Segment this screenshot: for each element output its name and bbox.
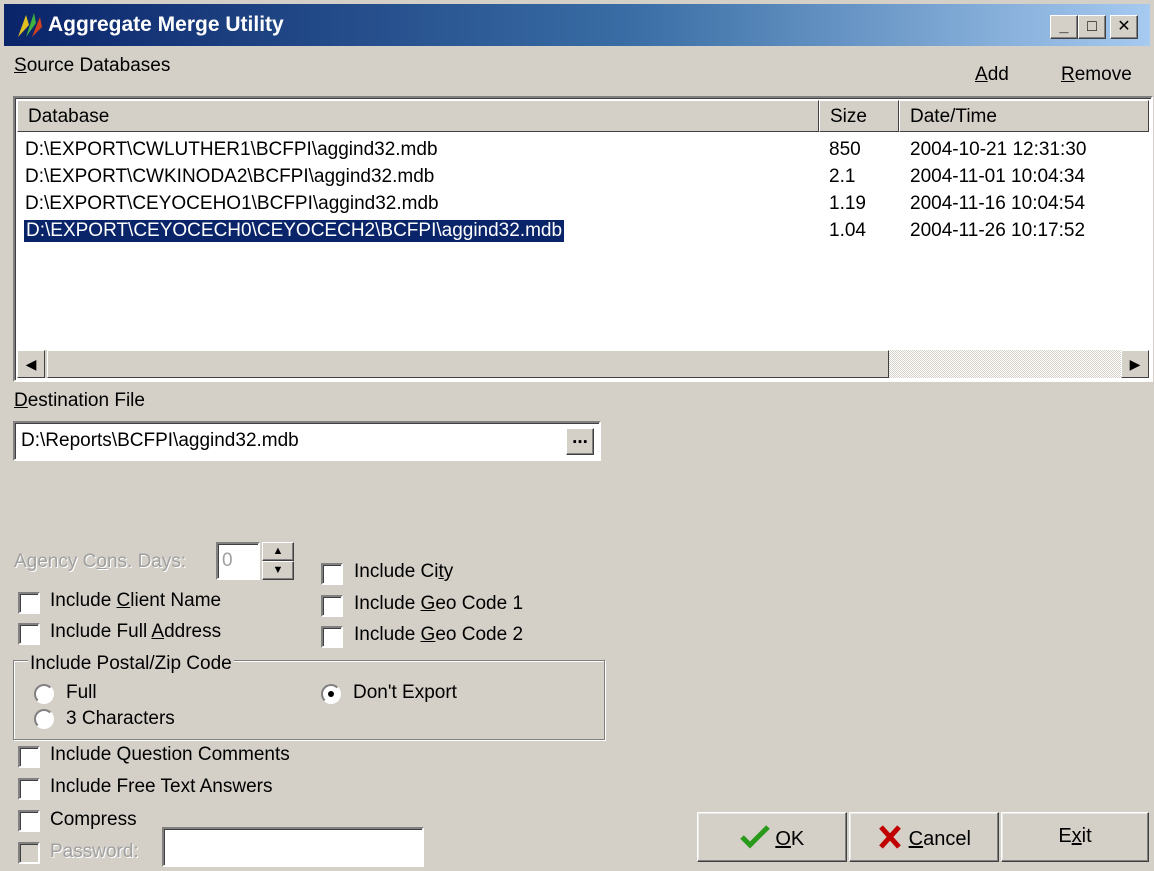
ellipsis-icon: ... [572,427,588,448]
x-icon [879,825,901,849]
postal-code-group-label: Include Postal/Zip Code [28,653,234,675]
cell-database: D:\EXPORT\CWLUTHER1\BCFPI\aggind32.mdb [25,139,438,160]
close-icon: ✕ [1117,18,1131,35]
checkmark-icon [739,825,770,849]
column-header-database[interactable]: Database [17,100,819,132]
include-city-label: Include City [354,561,454,582]
destination-file-label: Destination File [14,390,145,411]
include-geo-code-1-label: Include Geo Code 1 [354,593,524,614]
password-field[interactable] [162,827,424,867]
postal-3-characters-radio[interactable] [34,709,54,729]
include-free-text-answers-checkbox[interactable] [18,778,40,800]
cell-database: D:\EXPORT\CEYOCECH0\CEYOCECH2\BCFPI\aggi… [22,219,566,243]
arrow-down-icon: ▼ [272,564,284,576]
close-button[interactable]: ✕ [1110,15,1138,39]
app-icon [18,13,42,37]
password-label: Password: [50,841,139,862]
cell-size: 1.19 [829,193,866,214]
title-bar[interactable]: Aggregate Merge Utility _ □ ✕ [4,4,1150,46]
destination-file-field[interactable]: D:\Reports\BCFPI\aggind32.mdb ... [13,421,601,461]
cell-size: 1.04 [829,220,866,241]
cell-datetime: 2004-11-01 10:04:34 [910,166,1086,187]
postal-dont-export-label: Don't Export [353,682,457,703]
include-geo-code-2-checkbox[interactable] [321,626,343,648]
cell-database: D:\EXPORT\CWKINODA2\BCFPI\aggind32.mdb [25,166,435,187]
radio-selected-dot [328,691,334,697]
include-free-text-answers-label: Include Free Text Answers [50,776,273,797]
agency-cons-days-value: 0 [222,550,233,571]
arrow-left-icon: ◀ [25,356,37,372]
destination-file-value: D:\Reports\BCFPI\aggind32.mdb [21,430,299,451]
exit-button[interactable]: Exit [1001,812,1149,862]
compress-checkbox[interactable] [18,810,40,832]
spinner-down-button[interactable]: ▼ [262,561,294,580]
column-header-datetime[interactable]: Date/Time [899,100,1149,132]
scroll-track[interactable] [889,350,1121,378]
include-question-comments-checkbox[interactable] [18,746,40,768]
include-city-checkbox[interactable] [321,563,343,585]
postal-3-characters-label: 3 Characters [66,708,175,729]
source-databases-label: Source Databases [14,55,171,76]
include-full-address-checkbox[interactable] [18,623,40,645]
column-header-size[interactable]: Size [819,100,899,132]
compress-label: Compress [50,809,137,830]
add-button[interactable]: Add [975,64,1009,86]
ok-button[interactable]: OK [697,812,847,862]
cell-datetime: 2004-10-21 12:31:30 [910,139,1087,160]
browse-button[interactable]: ... [566,428,594,455]
postal-full-label: Full [66,682,97,703]
include-question-comments-label: Include Question Comments [50,744,290,765]
horizontal-scrollbar[interactable]: ◀ ▶ [17,350,1149,378]
window-title: Aggregate Merge Utility [48,13,284,36]
postal-dont-export-radio[interactable] [321,684,341,704]
maximize-button[interactable]: □ [1078,15,1106,39]
cell-datetime: 2004-11-16 10:04:54 [910,193,1086,214]
agency-cons-days-label: Agency Cons. Days: [14,551,187,572]
scroll-thumb[interactable] [47,350,889,378]
cell-database: D:\EXPORT\CEYOCEHO1\BCFPI\aggind32.mdb [25,193,439,214]
include-geo-code-1-checkbox[interactable] [321,595,343,617]
maximize-icon: □ [1087,18,1097,35]
agency-cons-days-input[interactable]: 0 [216,542,260,580]
include-client-name-label: Include Client Name [50,590,222,611]
include-geo-code-2-label: Include Geo Code 2 [354,624,524,645]
minimize-icon: _ [1059,18,1069,35]
arrow-right-icon: ▶ [1129,356,1141,372]
cancel-button[interactable]: Cancel [849,812,999,862]
scroll-left-button[interactable]: ◀ [17,350,45,378]
cell-size: 2.1 [829,166,856,187]
arrow-up-icon: ▲ [272,545,284,557]
remove-button[interactable]: Remove [1061,64,1132,86]
spinner-up-button[interactable]: ▲ [262,542,294,561]
minimize-button[interactable]: _ [1050,15,1078,39]
cell-datetime: 2004-11-26 10:17:52 [910,220,1086,241]
source-database-list[interactable]: Database Size Date/Time D:\EXPORT\CWLUTH… [13,96,1153,382]
include-full-address-label: Include Full Address [50,621,222,642]
include-client-name-checkbox[interactable] [18,592,40,614]
scroll-right-button[interactable]: ▶ [1121,350,1149,378]
cell-size: 850 [829,139,861,160]
postal-full-radio[interactable] [34,684,54,704]
password-checkbox[interactable] [18,842,40,864]
